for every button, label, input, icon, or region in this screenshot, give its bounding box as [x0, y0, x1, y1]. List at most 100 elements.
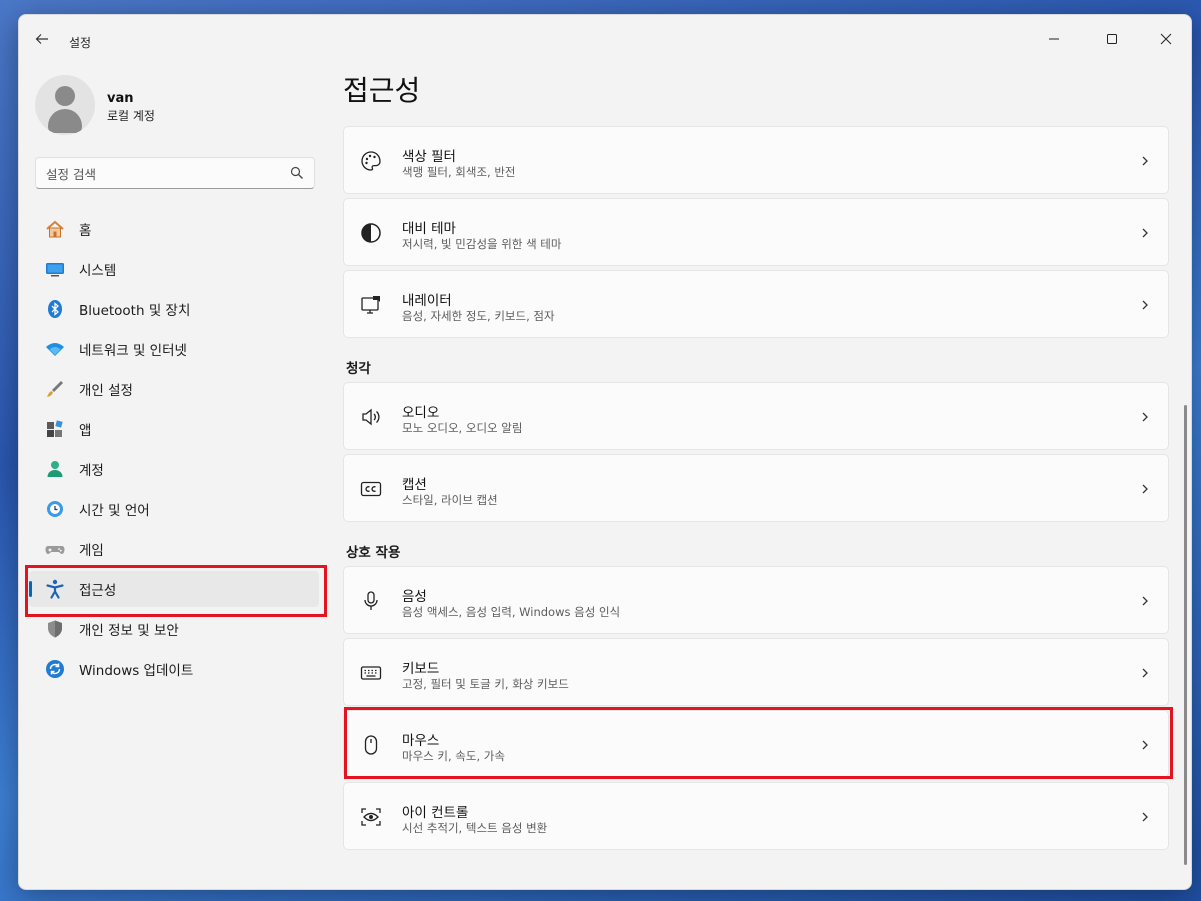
sidebar-item-label: 계정: [79, 463, 104, 479]
card-subtitle: 음성 액세스, 음성 입력, Windows 음성 인식: [402, 605, 621, 619]
card-title: 마우스: [402, 733, 440, 749]
card-subtitle: 모노 오디오, 오디오 알림: [402, 421, 523, 435]
sidebar-item-label: 게임: [79, 543, 104, 559]
close-button[interactable]: [1143, 23, 1189, 55]
globe-clock-icon: [45, 499, 65, 519]
card-contrast-themes[interactable]: 대비 테마 저시력, 빛 민감성을 위한 색 테마: [343, 198, 1169, 266]
cc-icon: [360, 478, 382, 500]
sidebar-item-network[interactable]: 네트워크 및 인터넷: [29, 331, 319, 367]
card-subtitle: 스타일, 라이브 캡션: [402, 493, 498, 507]
sidebar-nav: 홈 시스템 Bluetooth 및 장치 네트워크 및 인터넷 개인 설정 앱 …: [29, 211, 319, 691]
card-title: 내레이터: [402, 293, 452, 309]
sidebar-item-label: 시스템: [79, 263, 117, 279]
sidebar-item-windows-update[interactable]: Windows 업데이트: [29, 651, 319, 687]
section-label-interaction: 상호 작용: [346, 545, 401, 561]
mouse-icon: [360, 734, 382, 756]
sidebar-item-bluetooth[interactable]: Bluetooth 및 장치: [29, 291, 319, 327]
maximize-button[interactable]: [1089, 23, 1135, 55]
sidebar-item-label: 앱: [79, 423, 92, 439]
wifi-icon: [45, 339, 65, 359]
brush-icon: [45, 379, 65, 399]
sidebar-item-label: 네트워크 및 인터넷: [79, 343, 187, 359]
person-icon: [45, 459, 65, 479]
chevron-right-icon: [1142, 740, 1148, 750]
bluetooth-icon: [45, 299, 65, 319]
chevron-right-icon: [1142, 484, 1148, 494]
apps-icon: [45, 419, 65, 439]
search-icon[interactable]: [290, 166, 304, 180]
keyboard-icon: [360, 662, 382, 684]
narrator-icon: [360, 294, 382, 316]
app-title: 설정: [69, 36, 92, 50]
sidebar-item-personalization[interactable]: 개인 설정: [29, 371, 319, 407]
close-icon: [1160, 33, 1172, 45]
card-subtitle: 마우스 키, 속도, 가속: [402, 749, 505, 763]
microphone-icon: [360, 590, 382, 612]
sidebar-item-apps[interactable]: 앱: [29, 411, 319, 447]
search-input[interactable]: [46, 164, 276, 184]
update-icon: [45, 659, 65, 679]
page-title: 접근성: [343, 74, 421, 107]
minimize-icon: [1049, 38, 1059, 40]
sidebar-item-privacy-security[interactable]: 개인 정보 및 보안: [29, 611, 319, 647]
card-subtitle: 저시력, 빛 민감성을 위한 색 테마: [402, 237, 562, 251]
chevron-right-icon: [1142, 228, 1148, 238]
card-captions[interactable]: 캡션 스타일, 라이브 캡션: [343, 454, 1169, 522]
eye-control-icon: [360, 806, 382, 828]
palette-icon: [360, 150, 382, 172]
chevron-right-icon: [1142, 300, 1148, 310]
chevron-right-icon: [1142, 412, 1148, 422]
sidebar-item-time-language[interactable]: 시간 및 언어: [29, 491, 319, 527]
card-title: 오디오: [402, 405, 440, 421]
sidebar-item-label: 홈: [79, 223, 92, 239]
minimize-button[interactable]: [1031, 23, 1077, 55]
section-label-hearing: 청각: [346, 361, 371, 377]
sidebar-item-accessibility[interactable]: 접근성: [29, 571, 319, 607]
card-title: 대비 테마: [402, 221, 456, 237]
title-bar: 설정: [19, 15, 1191, 65]
chevron-right-icon: [1142, 668, 1148, 678]
card-eye-control[interactable]: 아이 컨트롤 시선 추적기, 텍스트 음성 변환: [343, 782, 1169, 850]
card-audio[interactable]: 오디오 모노 오디오, 오디오 알림: [343, 382, 1169, 450]
card-subtitle: 색맹 필터, 회색조, 반전: [402, 165, 516, 179]
sidebar-item-accounts[interactable]: 계정: [29, 451, 319, 487]
user-name: van: [107, 91, 134, 106]
card-narrator[interactable]: 내레이터 음성, 자세한 정도, 키보드, 점자: [343, 270, 1169, 338]
contrast-icon: [360, 222, 382, 244]
card-keyboard[interactable]: 키보드 고정, 필터 및 토글 키, 화상 키보드: [343, 638, 1169, 706]
arrow-left-icon: [35, 34, 48, 44]
sidebar-item-label: 개인 정보 및 보안: [79, 623, 179, 639]
back-button[interactable]: [31, 31, 53, 51]
card-title: 캡션: [402, 477, 427, 493]
card-mouse[interactable]: 마우스 마우스 키, 속도, 가속: [343, 710, 1169, 778]
sidebar-item-label: Bluetooth 및 장치: [79, 303, 191, 319]
maximize-icon: [1107, 34, 1117, 44]
speaker-icon: [360, 406, 382, 428]
gamepad-icon: [45, 539, 65, 559]
avatar[interactable]: [35, 75, 95, 135]
card-speech[interactable]: 음성 음성 액세스, 음성 입력, Windows 음성 인식: [343, 566, 1169, 634]
card-subtitle: 시선 추적기, 텍스트 음성 변환: [402, 821, 548, 835]
search-box[interactable]: [35, 157, 315, 189]
sidebar-item-label: 접근성: [79, 583, 117, 599]
card-title: 음성: [402, 589, 427, 605]
chevron-right-icon: [1142, 156, 1148, 166]
user-account-type: 로컬 계정: [107, 109, 155, 123]
chevron-right-icon: [1142, 812, 1148, 822]
sidebar-item-system[interactable]: 시스템: [29, 251, 319, 287]
accessibility-icon: [45, 579, 65, 599]
settings-window: 설정 van 로컬 계정 홈 시스템 Bluetooth 및 장치: [18, 14, 1192, 890]
sidebar-item-label: 시간 및 언어: [79, 503, 150, 519]
sidebar-item-gaming[interactable]: 게임: [29, 531, 319, 567]
scrollbar[interactable]: [1184, 405, 1187, 865]
card-color-filters[interactable]: 색상 필터 색맹 필터, 회색조, 반전: [343, 126, 1169, 194]
monitor-icon: [45, 259, 65, 279]
card-subtitle: 고정, 필터 및 토글 키, 화상 키보드: [402, 677, 569, 691]
home-icon: [45, 219, 65, 239]
sidebar-item-label: Windows 업데이트: [79, 663, 194, 679]
card-title: 색상 필터: [402, 149, 456, 165]
card-title: 아이 컨트롤: [402, 805, 469, 821]
sidebar-item-home[interactable]: 홈: [29, 211, 319, 247]
card-subtitle: 음성, 자세한 정도, 키보드, 점자: [402, 309, 555, 323]
card-title: 키보드: [402, 661, 440, 677]
